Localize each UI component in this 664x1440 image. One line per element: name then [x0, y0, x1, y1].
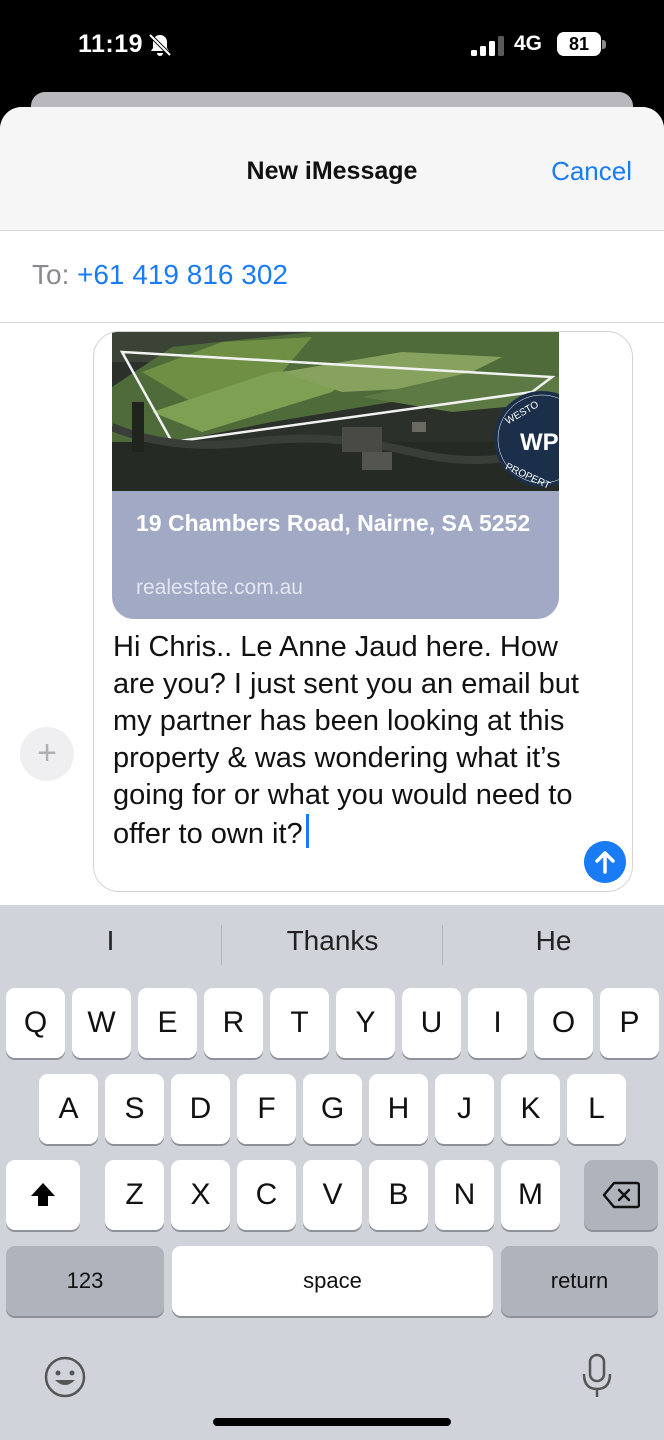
- delete-icon: [602, 1181, 641, 1209]
- text-caret: [305, 814, 309, 848]
- to-label: To:: [32, 259, 70, 290]
- key-g[interactable]: G: [303, 1074, 362, 1144]
- prediction-3[interactable]: He: [443, 925, 664, 957]
- emoji-icon[interactable]: [44, 1356, 86, 1398]
- key-y[interactable]: Y: [336, 988, 395, 1058]
- message-input[interactable]: WP WESTO PROPERT 19 Chambers Road, Nairn…: [93, 331, 633, 892]
- link-domain: realestate.com.au: [136, 576, 303, 599]
- space-key[interactable]: space: [172, 1246, 493, 1316]
- battery-tip: [602, 40, 606, 49]
- key-h[interactable]: H: [369, 1074, 428, 1144]
- signal-icon: [471, 36, 504, 56]
- key-c[interactable]: C: [237, 1160, 296, 1230]
- delete-key[interactable]: [584, 1160, 658, 1230]
- link-preview-card[interactable]: WP WESTO PROPERT 19 Chambers Road, Nairn…: [112, 332, 559, 619]
- key-l[interactable]: L: [567, 1074, 626, 1144]
- key-u[interactable]: U: [402, 988, 461, 1058]
- key-o[interactable]: O: [534, 988, 593, 1058]
- return-key[interactable]: return: [501, 1246, 658, 1316]
- property-aerial-image: WP WESTO PROPERT: [112, 332, 559, 491]
- battery-icon: 81: [557, 32, 601, 56]
- message-body: Hi Chris.. Le Anne Jaud here. How are yo…: [113, 631, 579, 850]
- predictive-bar: I Thanks He: [0, 905, 664, 983]
- cancel-button[interactable]: Cancel: [551, 156, 632, 187]
- shift-key[interactable]: [6, 1160, 80, 1230]
- key-n[interactable]: N: [435, 1160, 494, 1230]
- nav-bar: New iMessage Cancel: [0, 107, 664, 231]
- network-type: 4G: [514, 32, 543, 55]
- bell-slash-icon: [148, 33, 172, 57]
- key-f[interactable]: F: [237, 1074, 296, 1144]
- home-indicator[interactable]: [213, 1418, 451, 1426]
- key-z[interactable]: Z: [105, 1160, 164, 1230]
- recipient-field[interactable]: To: +61 419 816 302: [0, 231, 664, 323]
- microphone-icon[interactable]: [580, 1352, 614, 1400]
- key-x[interactable]: X: [171, 1160, 230, 1230]
- key-v[interactable]: V: [303, 1160, 362, 1230]
- key-b[interactable]: B: [369, 1160, 428, 1230]
- status-time: 11:19: [78, 30, 144, 58]
- numbers-key[interactable]: 123: [6, 1246, 164, 1316]
- key-q[interactable]: Q: [6, 988, 65, 1058]
- key-s[interactable]: S: [105, 1074, 164, 1144]
- prediction-1[interactable]: I: [0, 925, 221, 957]
- key-p[interactable]: P: [600, 988, 659, 1058]
- key-i[interactable]: I: [468, 988, 527, 1058]
- key-r[interactable]: R: [204, 988, 263, 1058]
- plus-button[interactable]: +: [20, 727, 74, 781]
- key-d[interactable]: D: [171, 1074, 230, 1144]
- key-m[interactable]: M: [501, 1160, 560, 1230]
- key-w[interactable]: W: [72, 988, 131, 1058]
- send-arrow-icon[interactable]: [584, 841, 626, 883]
- status-bar: 11:19 4G 81: [0, 0, 664, 92]
- recipient-number[interactable]: +61 419 816 302: [77, 259, 288, 291]
- key-t[interactable]: T: [270, 988, 329, 1058]
- prediction-2[interactable]: Thanks: [222, 925, 443, 957]
- keyboard: I Thanks He Q W E R T Y U I O P A S D F …: [0, 905, 664, 1440]
- shift-icon: [31, 1183, 55, 1206]
- plus-icon: +: [37, 734, 57, 772]
- message-text[interactable]: Hi Chris.. Le Anne Jaud here. How are yo…: [113, 629, 583, 853]
- key-j[interactable]: J: [435, 1074, 494, 1144]
- link-title: 19 Chambers Road, Nairne, SA 5252: [136, 510, 531, 536]
- key-k[interactable]: K: [501, 1074, 560, 1144]
- key-a[interactable]: A: [39, 1074, 98, 1144]
- key-e[interactable]: E: [138, 988, 197, 1058]
- logo-text: WP: [520, 429, 559, 456]
